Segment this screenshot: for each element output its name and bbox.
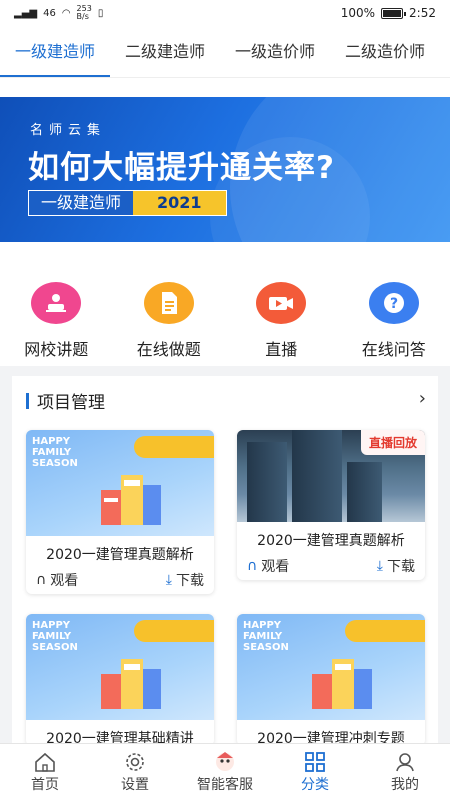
nav-settings-label: 设置 [121, 777, 149, 793]
quick-actions: 网校讲题 在线做题 直播 ? 在线问答 [0, 282, 450, 362]
quick-live-label: 直播 [265, 340, 298, 359]
quick-live[interactable]: 直播 [229, 282, 334, 362]
clock: 2:52 [409, 6, 436, 20]
quick-practice-label: 在线做题 [136, 340, 201, 359]
banner-tag-label: 一级建造师 [29, 191, 134, 215]
nav-smart-service-label: 智能客服 [197, 777, 253, 793]
battery-percent: 100% [340, 6, 376, 20]
course-actions: ∩ 观看 ⤓ 下载 [237, 552, 425, 580]
course-card[interactable]: HAPPY FAMILY SEASON 2020一建管理真题解析 ∩ 观看 ⤓ … [26, 430, 214, 594]
tab-erji-zaojiashi[interactable]: 二级造价师 [330, 26, 440, 77]
course-card[interactable]: HAPPY FAMILY SEASON 2020一建管理基础精讲 [26, 614, 214, 746]
tab-yiji-zaojiashi[interactable]: 一级造价师 [220, 26, 330, 77]
bottom-navigation: 首页 设置 智能客服 分类 我的 [0, 743, 450, 800]
category-tabs: 一级建造师 二级建造师 一级造价师 二级造价师 [0, 26, 450, 78]
thumbnail-ribbon [134, 620, 214, 642]
thumbnail-art-text: HAPPY FAMILY SEASON [32, 436, 78, 469]
user-icon [393, 750, 417, 774]
city-illustration [312, 659, 372, 709]
home-icon [33, 750, 57, 774]
course-thumbnail: HAPPY FAMILY SEASON [26, 430, 214, 536]
banner-tag: 一级建造师 2021 [28, 190, 227, 216]
status-right: 100% 2:52 [341, 6, 436, 20]
nav-category[interactable]: 分类 [275, 750, 355, 794]
camera-icon [256, 282, 307, 324]
thumbnail-ribbon [134, 436, 214, 458]
download-label: 下载 [176, 573, 204, 589]
category-icon [303, 750, 327, 774]
nav-home-label: 首页 [31, 777, 59, 793]
download-button[interactable]: ⤓ 下载 [377, 556, 415, 576]
quick-lecture[interactable]: 网校讲题 [4, 282, 109, 362]
download-button[interactable]: ⤓ 下载 [166, 570, 204, 590]
course-card[interactable]: HAPPY FAMILY SEASON 2020一建管理冲刺专题 [237, 614, 425, 746]
nav-settings[interactable]: 设置 [95, 750, 175, 794]
tab-yiji-jianzaoshi[interactable]: 一级建造师 [0, 26, 111, 77]
course-thumbnail: HAPPY FAMILY SEASON [237, 614, 425, 720]
course-actions: ∩ 观看 ⤓ 下载 [26, 566, 214, 594]
course-card[interactable]: 直播回放 2020一建管理真题解析 ∩ 观看 ⤓ 下载 [237, 430, 425, 580]
project-management-section: 项目管理 › HAPPY FAMILY SEASON 2020一建管理真题解析 … [12, 376, 438, 746]
download-icon: ⤓ [376, 558, 383, 574]
lecture-icon [31, 282, 82, 324]
download-label: 下载 [387, 559, 415, 575]
course-thumbnail: 直播回放 [237, 430, 425, 522]
thumbnail-art-text: HAPPY FAMILY SEASON [243, 620, 289, 653]
watch-label: 观看 [50, 573, 79, 589]
headphones-icon: ∩ [36, 572, 47, 588]
download-icon: ⤓ [165, 572, 172, 588]
watch-button[interactable]: ∩ 观看 [36, 570, 78, 590]
vibrate-icon: ▯ [97, 7, 104, 19]
quick-qa-label: 在线问答 [361, 340, 426, 359]
quick-lecture-label: 网校讲题 [24, 340, 89, 359]
gear-icon [123, 750, 147, 774]
course-title: 2020一建管理真题解析 [257, 533, 405, 549]
nav-profile-label: 我的 [391, 777, 419, 793]
building-shape [292, 430, 342, 522]
section-title: 项目管理 [37, 393, 105, 413]
course-title: 2020一建管理真题解析 [46, 547, 194, 563]
banner-headline: 如何大幅提升通关率? [28, 150, 335, 186]
battery-icon [381, 7, 407, 19]
promo-banner[interactable]: 名师云集 如何大幅提升通关率? 一级建造师 2021 [0, 97, 450, 242]
quick-practice[interactable]: 在线做题 [116, 282, 221, 362]
question-icon: ? [368, 282, 419, 324]
nav-smart-service[interactable]: 智能客服 [185, 750, 265, 794]
course-thumbnail: HAPPY FAMILY SEASON [26, 614, 214, 720]
robot-icon [212, 750, 238, 774]
wifi-icon: ◠ [61, 7, 71, 19]
watch-button[interactable]: ∩ 观看 [247, 556, 289, 576]
nav-profile[interactable]: 我的 [365, 750, 445, 794]
watch-label: 观看 [261, 559, 290, 575]
signal-icon: ▂▄▆ [14, 7, 38, 19]
building-shape [347, 462, 382, 522]
status-bar: ▂▄▆ 46 ◠ 253 B/s ▯ 100% 2:52 [0, 0, 450, 26]
nav-category-label: 分类 [301, 777, 329, 793]
nav-home[interactable]: 首页 [5, 750, 85, 794]
quick-qa[interactable]: ? 在线问答 [341, 282, 446, 362]
chevron-right-icon[interactable]: › [419, 388, 426, 409]
section-accent-bar [26, 392, 29, 409]
document-icon [143, 282, 194, 324]
thumbnail-ribbon [345, 620, 425, 642]
building-shape [247, 442, 287, 522]
thumbnail-art-text: HAPPY FAMILY SEASON [32, 620, 78, 653]
banner-year: 2021 [133, 191, 226, 215]
tab-erji-jianzaoshi[interactable]: 二级建造师 [110, 26, 220, 77]
live-replay-badge: 直播回放 [360, 430, 425, 455]
signal-label: 46 [43, 7, 56, 19]
city-illustration [101, 659, 161, 709]
speed-label: 253 B/s [76, 4, 92, 21]
banner-subtitle: 名师云集 [30, 123, 107, 138]
headphones-icon: ∩ [247, 558, 258, 574]
status-left: ▂▄▆ 46 ◠ 253 B/s ▯ [14, 5, 103, 21]
city-illustration [101, 475, 161, 525]
section-header: 项目管理 [26, 388, 105, 413]
svg-text:?: ? [390, 296, 398, 312]
